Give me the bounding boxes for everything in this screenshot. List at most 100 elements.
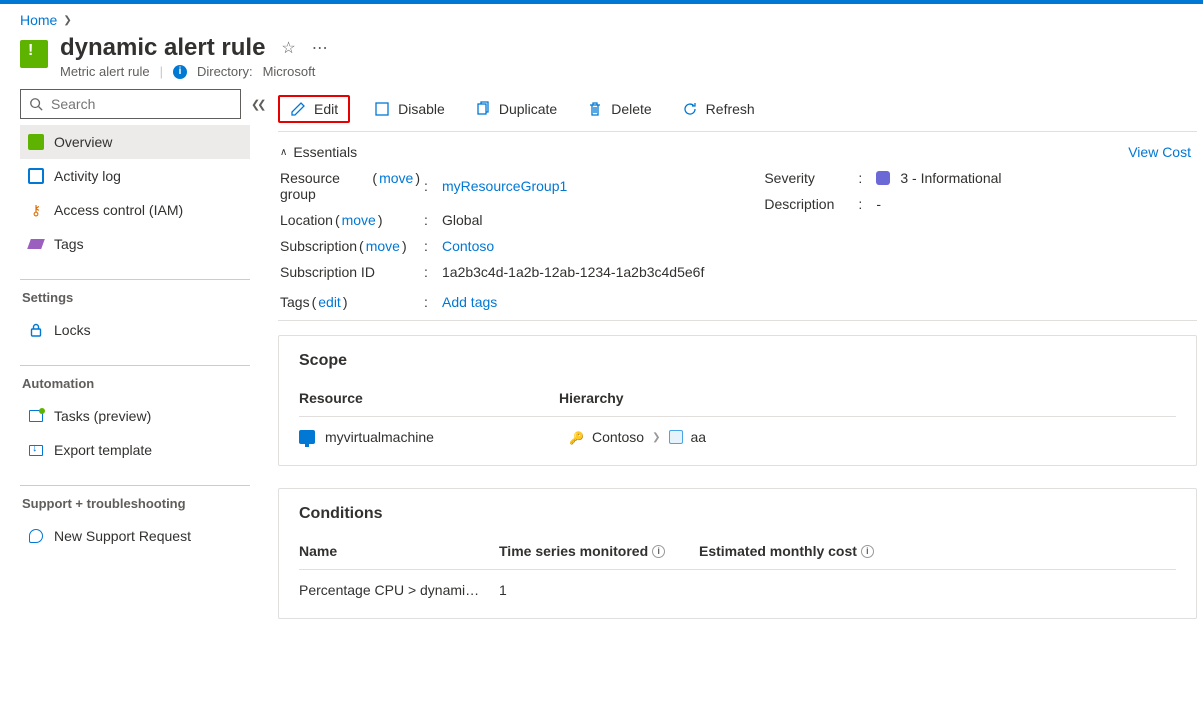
search-input[interactable]: [51, 96, 232, 112]
command-bar: Edit Disable Duplicate Delete Refresh: [278, 89, 1197, 132]
vm-icon: [299, 430, 315, 444]
trash-icon: [587, 101, 603, 117]
scope-card: Scope Resource Hierarchy myvirtualmachin…: [278, 335, 1197, 466]
move-subscription-link[interactable]: move: [366, 238, 400, 254]
subscription-id-value: 1a2b3c4d-1a2b-12ab-1234-1a2b3c4d5e6f: [442, 264, 704, 280]
disable-button[interactable]: Disable: [368, 97, 451, 121]
resource-group-value[interactable]: myResourceGroup1: [442, 178, 567, 194]
condition-ts-value: 1: [499, 582, 699, 598]
disable-icon: [374, 101, 390, 117]
refresh-button[interactable]: Refresh: [676, 97, 761, 121]
delete-button[interactable]: Delete: [581, 97, 657, 121]
nav-activity-log[interactable]: Activity log: [20, 159, 250, 193]
duplicate-button[interactable]: Duplicate: [469, 97, 563, 121]
scope-col-hierarchy: Hierarchy: [559, 390, 1176, 406]
export-icon: [29, 445, 43, 456]
nav-locks[interactable]: Locks: [20, 313, 250, 347]
resource-type-label: Metric alert rule: [60, 64, 150, 79]
hierarchy-root: Contoso: [592, 429, 644, 445]
ess-label-tags: Tags (edit): [280, 294, 420, 310]
nav-tasks[interactable]: Tasks (preview): [20, 399, 250, 433]
more-actions-icon[interactable]: ⋯: [312, 38, 329, 58]
tags-icon: [27, 239, 45, 249]
subscription-value[interactable]: Contoso: [442, 238, 494, 254]
description-value: -: [876, 196, 881, 212]
activity-log-icon: [28, 168, 44, 184]
iam-icon: [28, 202, 44, 218]
ess-label-location: Location (move): [280, 212, 420, 228]
cond-col-ts: Time series monitored: [499, 543, 648, 559]
btn-label: Delete: [611, 101, 651, 117]
info-icon[interactable]: i: [652, 545, 665, 558]
ess-label-subscription: Subscription (move): [280, 238, 420, 254]
edit-tags-link[interactable]: edit: [318, 294, 341, 310]
btn-label: Duplicate: [499, 101, 557, 117]
btn-label: Disable: [398, 101, 445, 117]
nav-label: Locks: [54, 322, 91, 338]
directory-value: Microsoft: [263, 64, 316, 79]
chevron-right-icon: ❯: [63, 15, 71, 26]
nav-label: New Support Request: [54, 528, 191, 544]
favorite-star-icon[interactable]: ☆: [281, 38, 295, 58]
breadcrumb-home[interactable]: Home: [20, 12, 57, 28]
condition-name: Percentage CPU > dynami…: [299, 582, 499, 598]
nav-label: Overview: [54, 134, 112, 150]
divider: [278, 320, 1197, 321]
nav-new-support-request[interactable]: New Support Request: [20, 519, 250, 553]
nav-tags[interactable]: Tags: [20, 227, 250, 261]
nav-export-template[interactable]: Export template: [20, 433, 250, 467]
alert-rule-icon: [20, 40, 48, 68]
overview-icon: [28, 134, 44, 150]
sidebar-search[interactable]: [20, 89, 241, 119]
scope-resource-name: myvirtualmachine: [325, 429, 434, 445]
move-rg-link[interactable]: move: [379, 170, 413, 202]
nav-label: Access control (IAM): [54, 202, 183, 218]
directory-label: Directory:: [197, 64, 253, 79]
nav-label: Tasks (preview): [54, 408, 151, 424]
btn-label: Edit: [314, 101, 338, 117]
search-icon: [29, 97, 43, 111]
essentials-panel: Resource group (move) : myResourceGroup1…: [278, 170, 1197, 280]
key-icon: [569, 429, 584, 445]
cond-col-cost: Estimated monthly cost: [699, 543, 857, 559]
scope-title: Scope: [299, 352, 1176, 370]
nav-label: Activity log: [54, 168, 121, 184]
nav-access-control[interactable]: Access control (IAM): [20, 193, 250, 227]
refresh-icon: [682, 101, 698, 117]
view-cost-link[interactable]: View Cost: [1128, 144, 1191, 160]
lock-icon: [28, 322, 44, 338]
page-header: dynamic alert rule ☆ ⋯ Metric alert rule…: [0, 28, 1203, 89]
info-icon[interactable]: i: [173, 65, 187, 79]
nav-label: Tags: [54, 236, 84, 252]
location-value: Global: [442, 212, 482, 228]
ess-label-subid: Subscription ID: [280, 264, 420, 280]
add-tags-link[interactable]: Add tags: [442, 294, 497, 310]
essentials-toggle[interactable]: ∧ Essentials: [280, 144, 357, 160]
ess-label-rg: Resource group (move): [280, 170, 420, 202]
nav-overview[interactable]: Overview: [20, 125, 250, 159]
essentials-title: Essentials: [293, 144, 357, 160]
info-icon[interactable]: i: [861, 545, 874, 558]
edit-button[interactable]: Edit: [278, 95, 350, 123]
conditions-card: Conditions Name Time series monitored i …: [278, 488, 1197, 619]
support-icon: [29, 529, 43, 543]
main-content: Edit Disable Duplicate Delete Refresh ∧: [260, 89, 1203, 671]
nav-section-automation: Automation: [20, 365, 250, 391]
chevron-up-icon: ∧: [280, 147, 287, 158]
nav-section-settings: Settings: [20, 279, 250, 305]
sidebar: ❮❮ Overview Activity log Access control …: [0, 89, 260, 671]
tasks-icon: [29, 410, 43, 422]
move-location-link[interactable]: move: [342, 212, 376, 228]
ess-label-description: Description: [764, 196, 854, 212]
btn-label: Refresh: [706, 101, 755, 117]
nav-section-support: Support + troubleshooting: [20, 485, 250, 511]
pencil-icon: [290, 101, 306, 117]
cond-col-name: Name: [299, 543, 499, 559]
condition-row: Percentage CPU > dynami… 1: [299, 570, 1176, 598]
nav-label: Export template: [54, 442, 152, 458]
duplicate-icon: [475, 101, 491, 117]
separator: |: [160, 64, 163, 79]
scope-row: myvirtualmachine Contoso ❯ aa: [299, 417, 1176, 445]
scope-col-resource: Resource: [299, 390, 559, 406]
severity-value: 3 - Informational: [900, 170, 1001, 186]
